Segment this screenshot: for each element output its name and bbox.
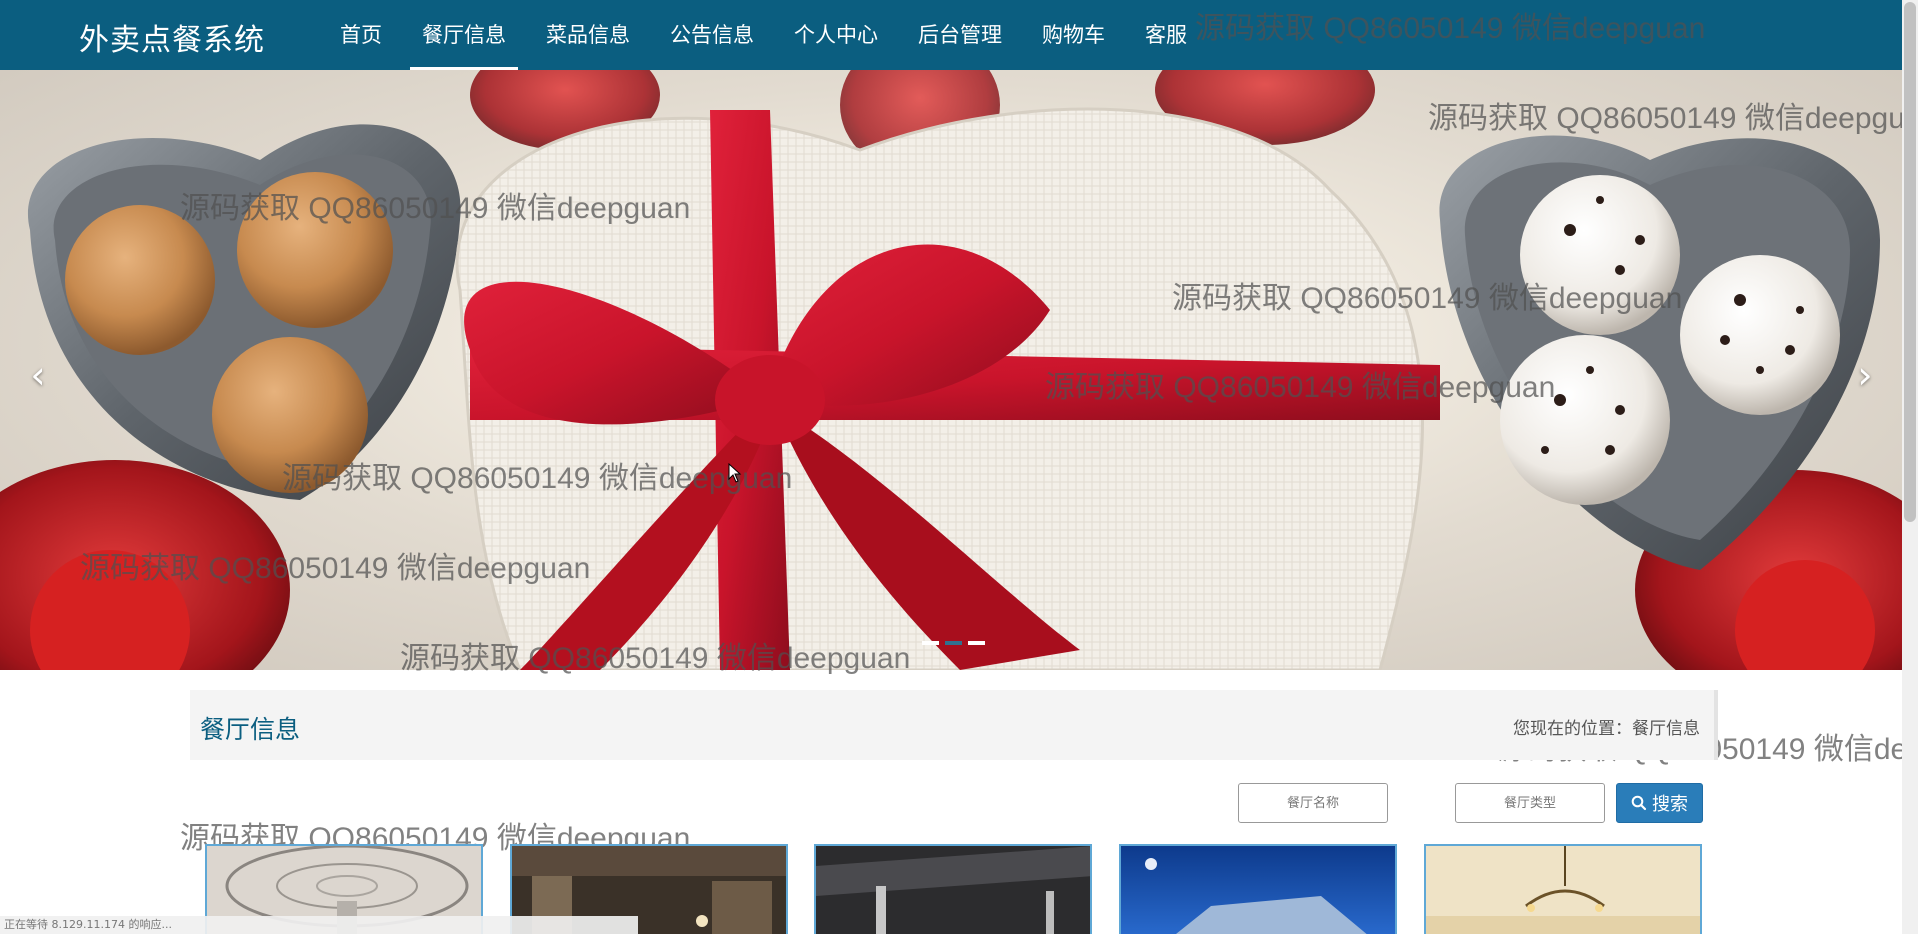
search-button[interactable]: 搜索 [1616,783,1703,823]
restaurant-name-input[interactable] [1238,783,1388,823]
search-icon [1631,795,1647,811]
carousel-dot-3[interactable] [968,641,985,645]
carousel-dot-2[interactable] [945,641,962,645]
nav-item-dishes[interactable]: 菜品信息 [526,0,650,70]
site-brand[interactable]: 外卖点餐系统 [79,15,265,59]
breadcrumb: 您现在的位置：餐厅信息 [1513,714,1700,739]
nav-item-admin[interactable]: 后台管理 [898,0,1022,70]
banner-image [0,70,1902,670]
carousel-indicators [922,641,985,645]
page-header-bar: 餐厅信息 您现在的位置：餐厅信息 [190,690,1718,760]
breadcrumb-current[interactable]: 餐厅信息 [1632,719,1700,739]
restaurant-card[interactable] [1424,844,1702,934]
restaurant-card[interactable] [814,844,1092,934]
nav-item-restaurants[interactable]: 餐厅信息 [402,0,526,70]
nav-item-service[interactable]: 客服 [1125,0,1207,70]
page-scrollbar[interactable] [1902,0,1918,934]
page-title: 餐厅信息 [200,715,301,744]
main-nav: 首页 餐厅信息 菜品信息 公告信息 个人中心 后台管理 购物车 客服 [320,0,1207,70]
carousel-prev-icon[interactable]: ‹ [18,345,58,405]
carousel-next-icon[interactable]: › [1845,345,1885,405]
nav-item-profile[interactable]: 个人中心 [774,0,898,70]
mouse-pointer-icon [728,463,742,483]
breadcrumb-label: 您现在的位置： [1513,719,1632,739]
nav-item-notices[interactable]: 公告信息 [650,0,774,70]
restaurant-image [1426,846,1700,934]
nav-item-home[interactable]: 首页 [320,0,402,70]
restaurant-image [1121,846,1395,934]
restaurant-type-input[interactable] [1455,783,1605,823]
top-navbar: 外卖点餐系统 首页 餐厅信息 菜品信息 公告信息 个人中心 后台管理 购物车 客… [0,0,1902,70]
carousel-dot-1[interactable] [922,641,939,645]
banner-carousel[interactable]: ‹ › [0,70,1902,670]
restaurant-card[interactable] [1119,844,1397,934]
nav-item-cart[interactable]: 购物车 [1022,0,1125,70]
browser-status-bar: 正在等待 8.129.11.174 的响应... [0,916,638,934]
restaurant-image [816,846,1090,934]
scrollbar-thumb[interactable] [1904,2,1916,522]
search-button-label: 搜索 [1652,794,1688,814]
